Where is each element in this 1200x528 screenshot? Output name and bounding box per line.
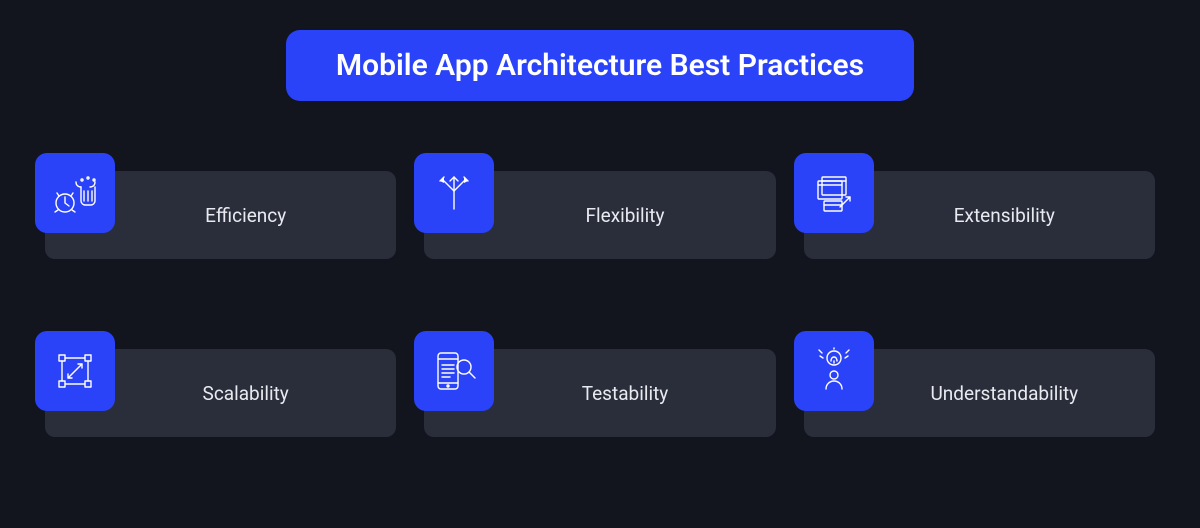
- card-efficiency: Efficiency: [45, 171, 396, 259]
- card-extensibility: Extensibility: [804, 171, 1155, 259]
- card-label: Understandability: [930, 382, 1078, 405]
- understandability-icon: [794, 331, 874, 411]
- testability-icon: [414, 331, 494, 411]
- flexibility-icon: [414, 153, 494, 233]
- page-title: Mobile App Architecture Best Practices: [286, 30, 914, 101]
- card-understandability: Understandability: [804, 349, 1155, 437]
- card-flexibility: Flexibility: [424, 171, 775, 259]
- card-scalability: Scalability: [45, 349, 396, 437]
- scalability-icon: [35, 331, 115, 411]
- efficiency-icon: [35, 153, 115, 233]
- card-label: Efficiency: [205, 204, 286, 227]
- card-label: Extensibility: [954, 204, 1055, 227]
- card-testability: Testability: [424, 349, 775, 437]
- card-label: Testability: [582, 382, 669, 405]
- extensibility-icon: [794, 153, 874, 233]
- card-label: Scalability: [203, 382, 289, 405]
- card-label: Flexibility: [586, 204, 665, 227]
- cards-grid: Efficiency Flexibility: [40, 171, 1160, 437]
